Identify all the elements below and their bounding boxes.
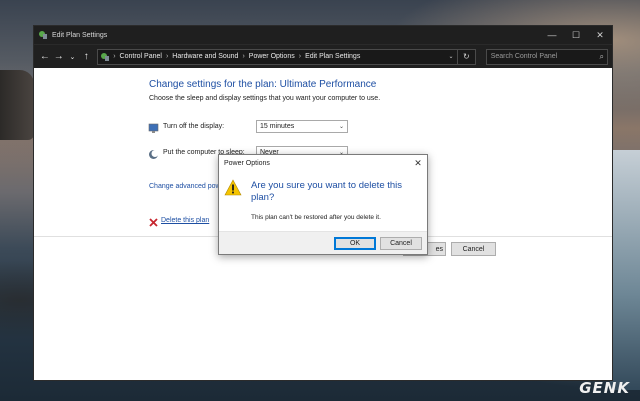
address-dropdown-button[interactable]: ⌄ (445, 53, 457, 60)
refresh-button[interactable]: ↻ (457, 48, 476, 65)
ok-button[interactable]: OK (334, 237, 376, 250)
page-title: Change settings for the plan: Ultimate P… (149, 79, 377, 90)
red-x-icon (148, 215, 159, 227)
breadcrumb-separator: › (113, 53, 116, 60)
dialog-title-bar: Power Options ✕ (219, 155, 427, 171)
monitor-icon (148, 121, 159, 133)
minimize-button[interactable]: — (540, 26, 564, 44)
breadcrumb-hardware-and-sound[interactable]: Hardware and Sound (172, 53, 238, 60)
genk-watermark-logo: GENK (579, 379, 630, 397)
watermark-text: GENK (579, 379, 630, 397)
window-title: Edit Plan Settings (52, 31, 108, 39)
display-timeout-select[interactable]: 15 minutes ⌄ (256, 120, 348, 133)
power-options-icon (38, 30, 48, 40)
advanced-settings-link[interactable]: Change advanced pow (149, 183, 221, 190)
breadcrumb-separator: › (298, 53, 302, 60)
page-description: Choose the sleep and display settings th… (149, 95, 381, 102)
address-bar[interactable]: › Control Panel › Hardware and Sound › P… (97, 48, 458, 65)
warning-icon (224, 179, 242, 196)
save-changes-label: es (435, 245, 443, 253)
wave-background (610, 150, 640, 390)
rock-background (0, 70, 34, 140)
dialog-body: Are you sure you want to delete this pla… (219, 171, 427, 232)
dialog-title: Power Options (224, 159, 270, 167)
title-bar: Edit Plan Settings — ☐ ✕ (34, 26, 612, 44)
control-panel-icon (100, 52, 110, 62)
breadcrumb-power-options[interactable]: Power Options (249, 53, 295, 60)
dialog-message: This plan can't be restored after you de… (251, 214, 381, 221)
moon-icon (148, 147, 159, 159)
dialog-cancel-button[interactable]: Cancel (380, 237, 422, 250)
search-placeholder: Search Control Panel (490, 53, 558, 60)
dialog-close-button[interactable]: ✕ (409, 158, 427, 169)
back-button[interactable]: ← (38, 49, 52, 65)
cancel-button[interactable]: Cancel (451, 242, 496, 256)
breadcrumb-edit-plan-settings[interactable]: Edit Plan Settings (305, 53, 360, 60)
search-input[interactable]: Search Control Panel ⌕ (485, 48, 608, 65)
maximize-button[interactable]: ☐ (564, 26, 588, 44)
display-timeout-label: Turn off the display: (163, 123, 225, 130)
breadcrumb-control-panel[interactable]: Control Panel (120, 53, 162, 60)
up-button[interactable]: ↑ (79, 49, 93, 65)
dialog-heading: Are you sure you want to delete this pla… (251, 180, 403, 203)
dialog-footer: OK Cancel (219, 231, 427, 254)
close-button[interactable]: ✕ (588, 26, 612, 44)
breadcrumb-separator: › (242, 53, 245, 60)
address-toolbar: ← → ⌄ ↑ › Control Panel › Hardware and S… (34, 44, 612, 68)
recent-locations-button[interactable]: ⌄ (66, 49, 80, 65)
breadcrumb-separator: › (165, 53, 169, 60)
delete-plan-link[interactable]: Delete this plan (161, 217, 209, 224)
delete-plan-dialog: Power Options ✕ Are you sure you want to… (218, 154, 428, 255)
chevron-down-icon: ⌄ (338, 124, 344, 130)
display-timeout-value: 15 minutes (260, 123, 295, 130)
search-icon: ⌕ (599, 51, 604, 61)
forward-button[interactable]: → (52, 49, 66, 65)
